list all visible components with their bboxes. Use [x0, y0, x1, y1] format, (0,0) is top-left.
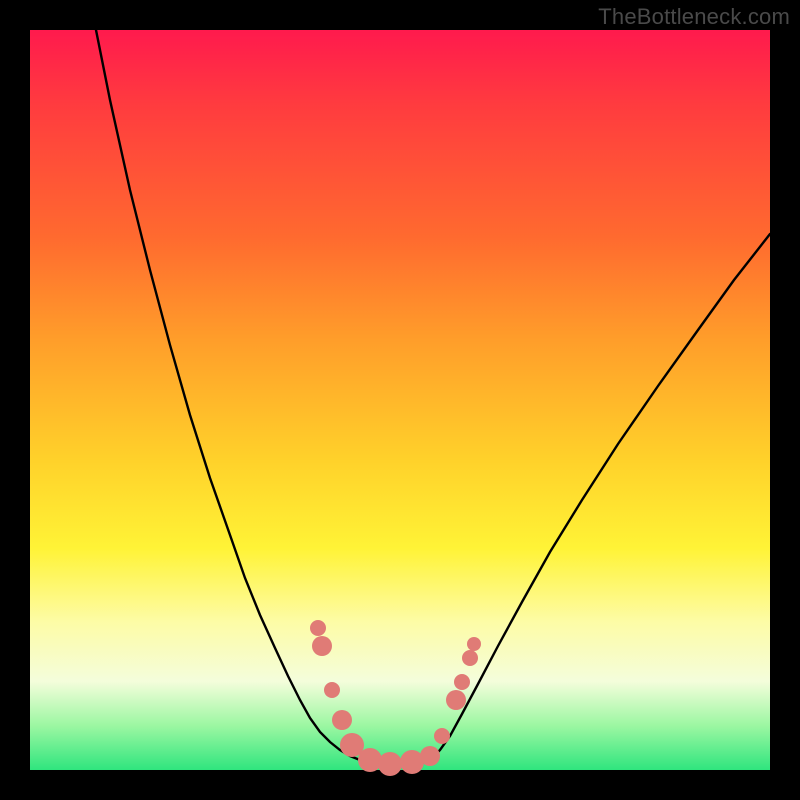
data-spot [378, 752, 402, 776]
data-spots [310, 620, 481, 776]
data-spot [454, 674, 470, 690]
chart-container: TheBottleneck.com [0, 0, 800, 800]
right-curve [430, 234, 770, 760]
data-spot [446, 690, 466, 710]
data-spot [310, 620, 326, 636]
data-spot [358, 748, 382, 772]
data-spot [420, 746, 440, 766]
plot-area [30, 30, 770, 770]
data-spot [332, 710, 352, 730]
data-spot [324, 682, 340, 698]
data-spot [467, 637, 481, 651]
data-spot [434, 728, 450, 744]
curve-layer [30, 30, 770, 770]
data-spot [312, 636, 332, 656]
data-spot [462, 650, 478, 666]
watermark-text: TheBottleneck.com [598, 4, 790, 30]
